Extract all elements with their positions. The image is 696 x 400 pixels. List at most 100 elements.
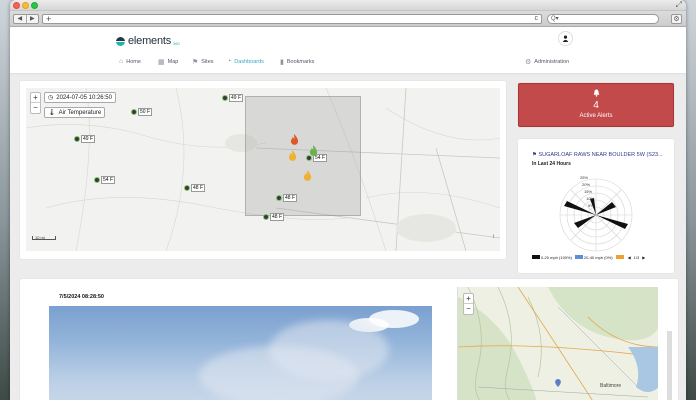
map-zoom-out-button[interactable]: − — [31, 103, 40, 113]
sites-map[interactable]: + − ◷ 2024-07-05 10:26:50 🌡 Air Temperat… — [26, 88, 500, 251]
fire-icon[interactable] — [303, 170, 312, 181]
location-pin-icon[interactable] — [555, 379, 561, 387]
app-logo[interactable]: elements 360 — [116, 35, 180, 47]
legend-swatch — [574, 255, 583, 259]
dashboard-content: + − ◷ 2024-07-05 10:26:50 🌡 Air Temperat… — [10, 75, 686, 400]
temp-marker[interactable]: 49 F — [222, 94, 244, 102]
map-scale-bar: 10 mi — [32, 236, 56, 240]
temp-marker[interactable]: 49 F — [74, 135, 96, 143]
map-info-icon[interactable]: i — [493, 234, 494, 240]
legend-prev-button[interactable]: ◀ — [628, 255, 631, 260]
temp-marker[interactable]: 48 F — [276, 194, 298, 202]
fire-icon[interactable] — [309, 145, 318, 156]
nav-dashboards-label: Dashboards — [234, 58, 264, 65]
camera-image[interactable] — [49, 306, 432, 400]
nav-sites[interactable]: ⚑ Sites — [192, 58, 214, 66]
active-alerts-card[interactable]: 4 Active Alerts — [518, 83, 674, 127]
station-dot-icon — [276, 195, 282, 201]
temp-value: 49 F — [229, 94, 244, 102]
bookmark-icon: ▮ — [280, 59, 284, 66]
user-icon — [562, 35, 569, 42]
browser-toolbar: ◀ ▶ + c Q▾ ⚙ — [10, 11, 686, 27]
camera-panel: 7/5/2024 08:28:50 — [49, 287, 442, 400]
wind-petal — [596, 215, 628, 229]
temp-marker[interactable]: 48 F — [184, 184, 206, 192]
forward-button[interactable]: ▶ — [27, 15, 39, 23]
nav-home[interactable]: ⌂ Home — [119, 58, 141, 65]
fire-icon[interactable] — [288, 150, 297, 161]
station-dot-icon — [74, 136, 80, 142]
alert-count: 4 — [593, 100, 599, 111]
station-dot-icon — [94, 177, 100, 183]
bell-icon — [519, 89, 673, 99]
ring-label: 5% — [588, 203, 594, 208]
nav-map-label: Map — [167, 59, 179, 65]
legend-item[interactable]: 20-40 mph (0%) — [574, 255, 613, 260]
legend-page: 1/3 — [633, 255, 640, 260]
user-menu-button[interactable] — [558, 31, 573, 46]
topo-zoom-out-button[interactable]: − — [464, 304, 473, 314]
new-tab-icon[interactable]: + — [46, 14, 51, 24]
logo-sub: 360 — [173, 40, 180, 46]
station-dot-icon — [263, 214, 269, 220]
selection-overlay — [245, 96, 361, 216]
topo-zoom-in-button[interactable]: + — [464, 294, 473, 304]
address-bar[interactable]: + c — [42, 14, 542, 24]
smoke-shape — [199, 346, 359, 400]
temp-value: 48 F — [270, 213, 285, 221]
minimize-window-button[interactable] — [22, 2, 29, 9]
search-icon: Q▾ — [551, 16, 559, 22]
station-dot-icon — [184, 185, 190, 191]
nav-dashboards[interactable]: ◔ Dashboards — [227, 58, 264, 65]
nav-bookmarks[interactable]: ▮ Bookmarks — [280, 58, 314, 66]
zoom-window-button[interactable] — [31, 2, 38, 9]
map-layer-chip[interactable]: 🌡 Air Temperature — [44, 107, 106, 118]
temp-value: 50 F — [138, 108, 153, 116]
fullscreen-icon[interactable]: ⤢ — [676, 0, 682, 10]
nav-map[interactable]: ▦ Map — [158, 58, 178, 66]
map-timestamp-chip[interactable]: ◷ 2024-07-05 10:26:50 — [44, 92, 116, 103]
ring-label: 20% — [582, 182, 590, 187]
temp-marker[interactable]: 48 F — [263, 213, 285, 221]
main-nav: ⌂ Home ▦ Map ⚑ Sites ◔ Dashboards ▮ Book… — [10, 58, 686, 70]
station-dot-icon — [131, 109, 137, 115]
legend-item[interactable] — [615, 255, 625, 260]
search-bar[interactable]: Q▾ — [547, 14, 659, 24]
legend-swatch — [615, 255, 624, 259]
legend-next-button[interactable]: ▶ — [642, 255, 645, 260]
logo-text: elements — [128, 35, 172, 47]
topo-zoom-control: + − — [463, 293, 474, 315]
sites-map-card: + − ◷ 2024-07-05 10:26:50 🌡 Air Temperat… — [20, 81, 506, 259]
wind-station-title[interactable]: ⚑ SUGARLOAF RAWS NEAR BOULDER 5W (S23... — [532, 152, 664, 158]
map-icon: ▦ — [158, 59, 165, 66]
alert-label: Active Alerts — [579, 113, 613, 119]
scrollbar[interactable] — [667, 331, 672, 400]
browser-window: ⤢ ◀ ▶ + c Q▾ ⚙ elements 360 ⌂ Home ▦ Map… — [10, 0, 686, 400]
gear-icon: ⚙ — [525, 59, 532, 66]
nav-bookmarks-label: Bookmarks — [286, 59, 315, 65]
legend-label: 20-40 mph (0%) — [583, 255, 613, 260]
map-zoom-in-button[interactable]: + — [31, 93, 40, 103]
temp-marker[interactable]: 54 F — [94, 176, 116, 184]
history-buttons: ◀ ▶ — [13, 14, 39, 24]
reload-icon[interactable]: c — [535, 15, 539, 22]
wind-rose-chart: 25% 20% 15% 10% 5% — [559, 175, 633, 252]
legend-item[interactable]: 0-20 mph (100%) — [532, 255, 572, 260]
wind-station-name: SUGARLOAF RAWS NEAR BOULDER 5W (S23... — [538, 152, 663, 158]
fire-icon[interactable] — [290, 134, 299, 145]
temp-marker[interactable]: 50 F — [131, 108, 153, 116]
clock-icon: ◷ — [48, 95, 54, 101]
ring-label: 10% — [586, 196, 594, 201]
flag-icon: ⚑ — [532, 152, 537, 158]
wind-legend: 0-20 mph (100%) 20-40 mph (0%) ◀ 1/3 ▶ — [532, 255, 645, 260]
station-dot-icon — [222, 95, 228, 101]
temp-value: 49 F — [81, 135, 96, 143]
location-map[interactable]: + − Baltimore — [457, 287, 658, 400]
title-bar: ⤢ — [10, 0, 686, 11]
wind-period: In Last 24 Hours — [532, 161, 571, 167]
close-window-button[interactable] — [13, 2, 20, 9]
map-zoom-control: + − — [30, 92, 41, 114]
nav-administration[interactable]: ⚙ Administration — [525, 58, 569, 66]
back-button[interactable]: ◀ — [14, 15, 27, 23]
browser-settings-button[interactable]: ⚙ — [671, 14, 682, 24]
